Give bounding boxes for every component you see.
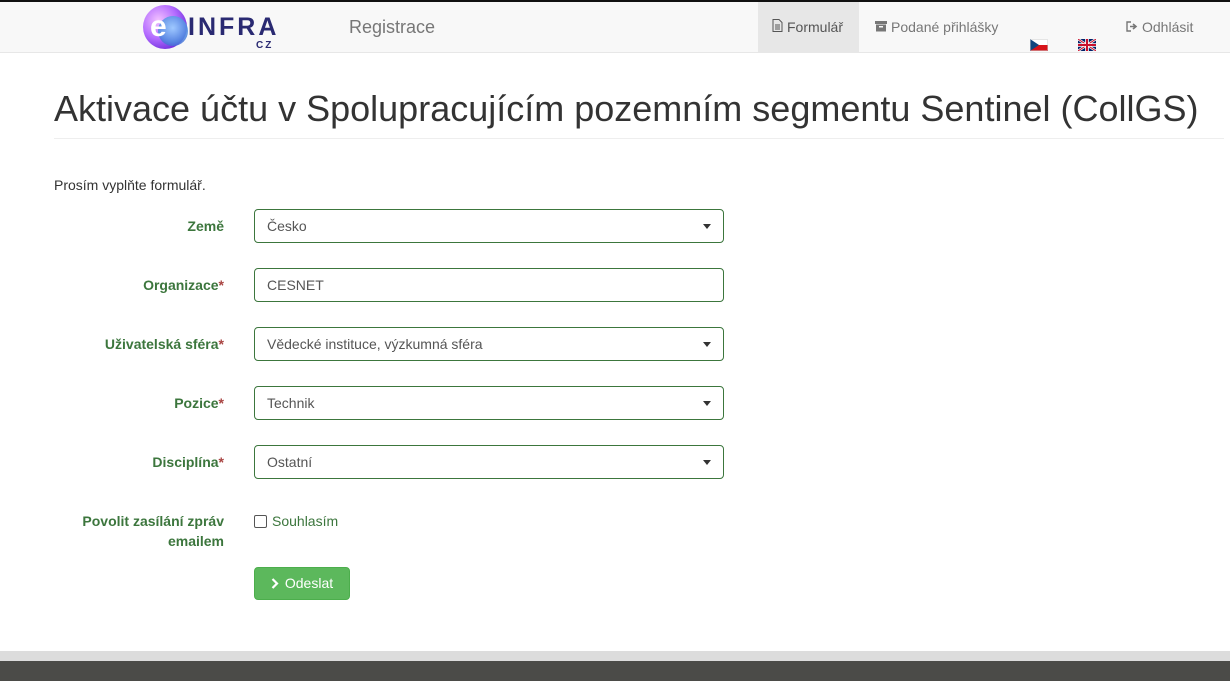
- label-organizace: Organizace*: [0, 275, 224, 295]
- caret-down-icon: [703, 460, 711, 465]
- caret-down-icon: [703, 342, 711, 347]
- caret-down-icon: [703, 401, 711, 406]
- select-disciplina-value: Ostatní: [267, 454, 313, 470]
- archive-box-icon: [875, 3, 887, 54]
- navbar: e INFRA CZ Registrace Formulář Podané př…: [0, 2, 1230, 53]
- submit-button-label: Odeslat: [284, 575, 334, 591]
- label-disciplina: Disciplína*: [0, 452, 224, 472]
- caret-down-icon: [703, 224, 711, 229]
- label-disciplina-text: Disciplína: [152, 454, 219, 470]
- document-icon: [772, 3, 783, 54]
- select-pozice-value: Technik: [267, 395, 315, 411]
- input-organizace-value: CESNET: [267, 277, 324, 293]
- flag-cz-icon: [1030, 21, 1048, 52]
- label-zeme-text: Země: [187, 218, 224, 234]
- logo-subtext: CZ: [256, 40, 274, 51]
- required-marker: *: [218, 336, 224, 352]
- label-pozice: Pozice*: [0, 393, 224, 413]
- nav-podane-label: Podané přihlášky: [891, 19, 999, 35]
- label-uzivatelska-sfera-text: Uživatelská sféra: [104, 336, 219, 352]
- submit-button[interactable]: Odeslat: [254, 567, 350, 600]
- nav-lang-cz[interactable]: [1016, 2, 1062, 53]
- email-consent-checkbox-label[interactable]: Souhlasím: [272, 513, 338, 529]
- select-zeme[interactable]: Česko: [254, 209, 724, 243]
- input-organizace[interactable]: CESNET: [254, 268, 724, 302]
- required-marker: *: [218, 395, 224, 411]
- label-email-consent: Povolit zasílání zpráv emailem: [0, 511, 224, 551]
- select-pozice[interactable]: Technik: [254, 386, 724, 420]
- footer: [0, 661, 1230, 681]
- email-consent-checkbox-row[interactable]: Souhlasím: [254, 513, 338, 529]
- brand-title[interactable]: Registrace: [349, 17, 435, 38]
- einfra-logo[interactable]: e INFRA CZ: [140, 2, 280, 53]
- form-intro: Prosím vyplňte formulář.: [54, 177, 206, 193]
- nav-odhlasit[interactable]: Odhlásit: [1112, 2, 1207, 53]
- logo-e-letter: e: [150, 10, 167, 43]
- nav-formular-label: Formulář: [787, 19, 844, 35]
- email-consent-checkbox[interactable]: [254, 514, 267, 528]
- label-uzivatelska-sfera: Uživatelská sféra*: [0, 334, 224, 354]
- select-uzivatelska-sfera-value: Vědecké instituce, výzkumná sféra: [267, 336, 483, 352]
- nav-podane-prihlasky[interactable]: Podané přihlášky: [861, 2, 1012, 53]
- footer-top-band: [0, 651, 1230, 661]
- required-marker: *: [218, 277, 224, 293]
- logout-icon: [1126, 3, 1138, 54]
- title-divider: [54, 138, 1224, 139]
- logo-wordmark: INFRA: [188, 13, 280, 41]
- label-email-consent-line2: emailem: [167, 533, 224, 549]
- chevron-right-icon: [271, 568, 279, 599]
- label-pozice-text: Pozice: [174, 395, 219, 411]
- nav-lang-en[interactable]: [1064, 2, 1110, 53]
- select-zeme-value: Česko: [267, 218, 307, 234]
- label-email-consent-line1: Povolit zasílání zpráv: [82, 513, 224, 529]
- nav-odhlasit-label: Odhlásit: [1142, 19, 1194, 35]
- flag-uk-icon: [1077, 21, 1097, 53]
- select-uzivatelska-sfera[interactable]: Vědecké instituce, výzkumná sféra: [254, 327, 724, 361]
- required-marker: *: [218, 454, 224, 470]
- label-zeme: Země: [0, 216, 224, 236]
- nav-formular[interactable]: Formulář: [758, 2, 859, 53]
- select-disciplina[interactable]: Ostatní: [254, 445, 724, 479]
- page-title: Aktivace účtu v Spolupracujícím pozemním…: [54, 88, 1199, 129]
- label-organizace-text: Organizace: [143, 277, 219, 293]
